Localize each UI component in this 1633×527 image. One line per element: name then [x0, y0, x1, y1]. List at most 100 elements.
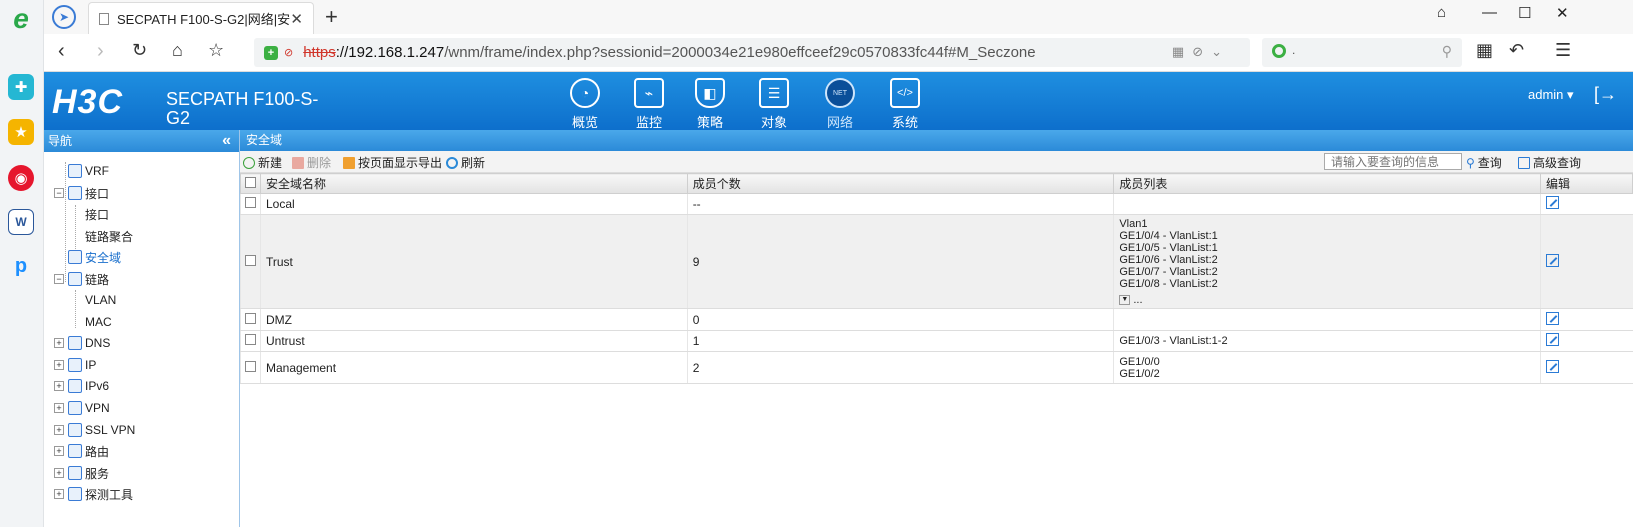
table-row[interactable]: Local -- — [240, 193, 1633, 215]
edit-icon[interactable] — [1546, 196, 1560, 209]
weibo-icon[interactable]: ◉ — [8, 165, 34, 191]
menu-object[interactable]: ☰ 对象 — [749, 76, 799, 131]
bookmark-star-icon[interactable]: ☆ — [208, 40, 224, 61]
expand-toggle-icon[interactable]: + — [54, 381, 64, 391]
home-icon[interactable]: ⌂ — [172, 40, 183, 61]
collapse-nav-icon[interactable]: « — [222, 130, 231, 152]
toolbar: 新建 删除 按页面显示导出 刷新 ⚲查询 高级查询 — [240, 151, 1633, 173]
menu-overview[interactable]: ◔ 概览 — [560, 76, 610, 131]
nav-item-vpn[interactable]: + VPN — [54, 399, 110, 417]
word-doc-icon[interactable]: W — [8, 209, 34, 235]
new-button[interactable]: 新建 — [243, 154, 282, 171]
menu-system[interactable]: </> 系统 — [880, 76, 930, 131]
close-window-icon[interactable]: ✕ — [1556, 4, 1569, 22]
nav-item-link[interactable]: − 链路 — [54, 270, 109, 288]
search-box[interactable]: . ⚲ — [1262, 38, 1462, 67]
ipv6-icon — [68, 379, 82, 393]
url-tools-icons[interactable]: ▦⊘⌄ — [1172, 44, 1230, 60]
new-tab-icon[interactable]: + — [325, 4, 338, 30]
nav-item-vlan[interactable]: VLAN — [85, 291, 116, 309]
menu-network[interactable]: NET 网络 — [815, 76, 865, 131]
nav-item-link-aggregation[interactable]: 链路聚合 — [85, 227, 133, 245]
column-header-name[interactable]: 安全域名称 — [259, 173, 688, 194]
nav-item-interface-sub[interactable]: 接口 — [85, 205, 109, 223]
close-tab-icon[interactable]: ✕ — [290, 10, 303, 28]
collapse-toggle-icon[interactable]: − — [54, 188, 64, 198]
favorites-star-icon[interactable]: ★ — [8, 119, 34, 145]
menu-icon[interactable]: ☰ — [1555, 40, 1571, 61]
forward-icon[interactable]: › — [97, 40, 104, 63]
back-icon[interactable]: ‹ — [58, 40, 65, 63]
reload-icon[interactable]: ↻ — [132, 40, 147, 61]
user-menu[interactable]: admin ▾ — [1528, 87, 1574, 103]
advanced-query-button[interactable]: 高级查询 — [1518, 154, 1581, 171]
browser-logo-icon[interactable]: e — [8, 3, 34, 34]
table-row[interactable]: Management 2 GE1/0/0 GE1/0/2 — [240, 351, 1633, 384]
plugin-icon[interactable]: ✚ — [8, 74, 34, 100]
nav-item-ipv6[interactable]: + IPv6 — [54, 377, 109, 395]
expand-toggle-icon[interactable]: + — [54, 425, 64, 435]
nav-item-vrf[interactable]: VRF — [68, 162, 109, 180]
expand-toggle-icon[interactable]: + — [54, 360, 64, 370]
edit-icon[interactable] — [1546, 333, 1560, 346]
nav-item-interface[interactable]: − 接口 — [54, 184, 109, 202]
menu-policy[interactable]: ◧ 策略 — [685, 76, 735, 131]
query-button[interactable]: ⚲ 查询 — [1466, 154, 1502, 171]
collapse-toggle-icon[interactable]: − — [54, 274, 64, 284]
shirt-skin-icon[interactable]: ⌂ — [1437, 4, 1446, 21]
row-checkbox[interactable] — [240, 330, 261, 352]
expand-members-button[interactable]: ▼... — [1119, 294, 1143, 306]
left-dock: e ✚ ★ ◉ W p — [0, 0, 44, 527]
row-checkbox[interactable] — [240, 308, 261, 331]
edit-icon[interactable] — [1546, 253, 1560, 267]
url-bar[interactable]: + ⊘ https://192.168.1.247/wnm/frame/inde… — [254, 38, 1250, 67]
export-icon — [343, 156, 355, 169]
browser-tab[interactable]: SECPATH F100-S-G2|网络|安全域 ✕ — [88, 2, 314, 34]
refresh-icon — [446, 156, 458, 169]
row-checkbox[interactable] — [240, 214, 261, 309]
table-row[interactable]: Trust 9 Vlan1 GE1/0/4 - VlanList:1 GE1/0… — [240, 214, 1633, 309]
logout-icon[interactable]: [→ — [1594, 84, 1617, 105]
row-checkbox[interactable] — [240, 193, 261, 215]
menu-monitor[interactable]: ⌁ 监控 — [624, 76, 674, 131]
edit-cell — [1540, 330, 1633, 352]
server-icon: ☰ — [759, 78, 789, 108]
edit-icon[interactable] — [1546, 359, 1560, 373]
navigation-compass-icon[interactable]: ➤ — [52, 5, 76, 29]
column-header-members[interactable]: 成员列表 — [1113, 173, 1542, 194]
select-all-checkbox[interactable] — [240, 173, 261, 194]
app-header: H3C SECPATH F100-S-G2 ◔ 概览 ⌁ 监控 ◧ 策略 ☰ 对… — [44, 72, 1633, 130]
zone-name: Management — [259, 351, 688, 384]
search-icon[interactable]: ⚲ — [1442, 43, 1452, 60]
query-input[interactable] — [1324, 153, 1462, 170]
expand-toggle-icon[interactable]: + — [54, 468, 64, 478]
edit-icon[interactable] — [1546, 311, 1560, 325]
undo-icon[interactable]: ↶ — [1509, 40, 1524, 61]
expand-toggle-icon[interactable]: + — [54, 403, 64, 413]
menu-label: 对象 — [760, 115, 787, 130]
refresh-button[interactable]: 刷新 — [446, 154, 485, 171]
expand-toggle-icon[interactable]: + — [54, 446, 64, 456]
table-row[interactable]: DMZ 0 — [240, 308, 1633, 331]
row-checkbox[interactable] — [240, 351, 261, 384]
table-row[interactable]: Untrust 1 GE1/0/3 - VlanList:1-2 — [240, 330, 1633, 352]
nav-item-routing[interactable]: + 路由 — [54, 442, 109, 460]
menu-label: 监控 — [635, 115, 662, 130]
nav-item-service[interactable]: + 服务 — [54, 464, 109, 482]
export-button[interactable]: 按页面显示导出 — [343, 154, 442, 171]
nav-item-mac[interactable]: MAC — [85, 313, 112, 331]
minimize-icon[interactable]: — — [1482, 4, 1497, 21]
expand-toggle-icon[interactable]: + — [54, 338, 64, 348]
grid-apps-icon[interactable]: ▦ — [1476, 40, 1493, 61]
delete-button[interactable]: 删除 — [292, 154, 331, 171]
column-header-count[interactable]: 成员个数 — [686, 173, 1115, 194]
nav-item-ssl-vpn[interactable]: + SSL VPN — [54, 421, 135, 439]
edit-cell — [1540, 193, 1633, 215]
nav-item-security-zone[interactable]: 安全域 — [68, 248, 121, 266]
nav-item-probe-tools[interactable]: + 探测工具 — [54, 485, 133, 503]
nav-item-dns[interactable]: + DNS — [54, 334, 110, 352]
expand-toggle-icon[interactable]: + — [54, 489, 64, 499]
maximize-icon[interactable]: ☐ — [1518, 4, 1531, 22]
p-app-icon[interactable]: p — [8, 253, 34, 279]
nav-item-ip[interactable]: + IP — [54, 356, 96, 374]
